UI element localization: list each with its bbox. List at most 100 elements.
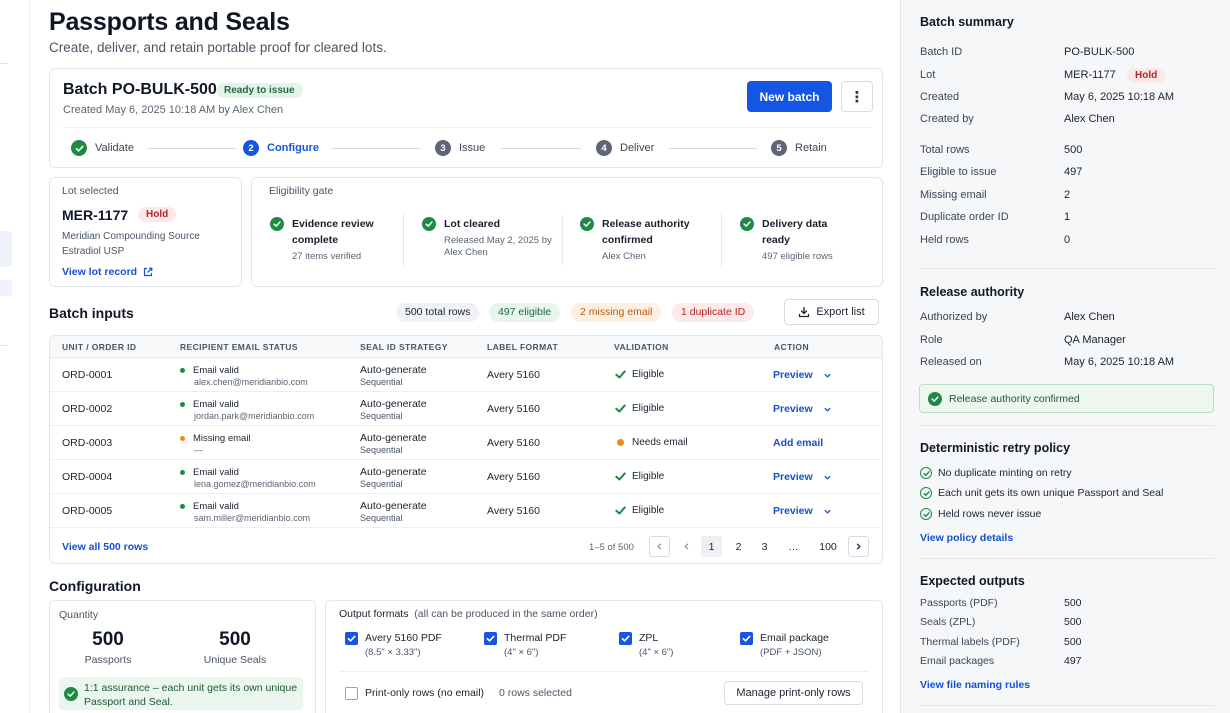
output-value: 497 (1064, 655, 1082, 667)
summary-heading: Batch summary (920, 15, 1014, 29)
preview-action[interactable]: Preview (773, 471, 832, 483)
export-list-button[interactable]: Export list (784, 299, 879, 325)
stat-value: 497 (1064, 166, 1083, 178)
view-policy-details-link[interactable]: View policy details (920, 532, 1013, 544)
divider (562, 214, 563, 266)
rail-nav-item[interactable] (0, 231, 12, 267)
step-issue[interactable]: 3 Issue (435, 140, 485, 156)
output-value: 500 (1064, 597, 1082, 609)
print-only-checkbox[interactable] (345, 687, 358, 700)
missing-email-badge: 2 missing email (571, 303, 662, 322)
view-file-naming-rules-link[interactable]: View file naming rules (920, 679, 1030, 691)
pagination-page[interactable]: 100 (814, 536, 842, 557)
format-name: Email package (760, 632, 829, 644)
print-only-label: Print-only rows (no email) (365, 687, 485, 699)
summary-value: May 6, 2025 10:18 AM (1064, 91, 1175, 103)
check-icon (71, 140, 87, 156)
seal-strategy: Auto-generate (360, 364, 427, 376)
chevron-down-icon[interactable] (823, 507, 832, 516)
step-label: Validate (95, 142, 134, 154)
lot-description: Meridian Compounding Source Estradiol US… (62, 231, 200, 257)
step-configure[interactable]: 2 Configure (243, 140, 319, 156)
table-row: ORD-0003 Missing email — Auto-generate S… (50, 426, 882, 460)
step-label: Issue (459, 142, 486, 154)
summary-key: Batch ID (920, 46, 963, 58)
pagination-page[interactable]: 2 (728, 536, 749, 557)
pagination-prev-button[interactable] (676, 536, 697, 557)
left-nav-rail (0, 0, 30, 713)
pagination-page[interactable]: 3 (754, 536, 775, 557)
policy-item: No duplicate minting on retry (920, 467, 1072, 479)
divider (339, 671, 869, 672)
preview-action[interactable]: Preview (773, 403, 832, 415)
warning-dot-icon (617, 439, 624, 446)
step-deliver[interactable]: 4 Deliver (596, 140, 654, 156)
rail-nav-item[interactable] (0, 280, 12, 296)
seal-strategy: Auto-generate (360, 500, 427, 512)
release-confirmed-text: Release authority confirmed (949, 393, 1080, 405)
table-row: ORD-0004 Email valid lena.gomez@meridian… (50, 460, 882, 494)
manage-print-only-button[interactable]: Manage print-only rows (724, 681, 863, 705)
preview-action[interactable]: Preview (773, 505, 832, 517)
check-circle-icon (740, 217, 754, 231)
release-value: May 6, 2025 10:18 AM (1064, 356, 1175, 368)
chevron-left-icon (684, 543, 689, 550)
chevron-down-icon[interactable] (823, 405, 832, 414)
batch-created-info: Created May 6, 2025 10:18 AM by Alex Che… (63, 104, 284, 116)
pagination-next-button[interactable] (848, 536, 869, 557)
email-package-checkbox[interactable] (740, 632, 753, 645)
column-header: LABEL FORMAT (487, 342, 559, 352)
total-rows-badge: 500 total rows (396, 303, 480, 322)
release-authority-heading: Release authority (920, 285, 1025, 299)
label-format: Avery 5160 (487, 369, 540, 381)
view-lot-record-link[interactable]: View lot record (62, 266, 153, 278)
release-value: Alex Chen (1064, 311, 1115, 323)
thermal-pdf-checkbox[interactable] (484, 632, 497, 645)
seal-mode: Sequential (360, 377, 403, 387)
preview-action[interactable]: Preview (773, 369, 832, 381)
pagination-info: 1–5 of 500 (589, 542, 634, 553)
summary-key: Created by (920, 113, 974, 125)
batch-status-badge: Ready to issue (216, 83, 303, 98)
column-header: ACTION (774, 342, 809, 352)
recipient-email: jordan.park@meridianbio.com (194, 411, 315, 421)
order-id: ORD-0001 (62, 369, 113, 381)
output-key: Seals (ZPL) (920, 616, 976, 628)
check-circle-outline-icon (920, 508, 932, 520)
output-key: Thermal labels (PDF) (920, 636, 1020, 648)
step-validate[interactable]: Validate (71, 140, 134, 156)
eligible-badge: 497 eligible (489, 303, 561, 322)
step-label: Configure (267, 142, 319, 154)
chevron-down-icon[interactable] (823, 371, 832, 380)
step-number: 5 (771, 140, 787, 156)
check-circle-icon (580, 217, 594, 231)
add-email-action[interactable]: Add email (773, 437, 823, 449)
pagination-first-button[interactable] (649, 536, 670, 557)
recipient-email: alex.chen@meridianbio.com (194, 377, 308, 387)
pagination-page[interactable]: 1 (701, 536, 722, 557)
view-all-rows-link[interactable]: View all 500 rows (62, 541, 148, 553)
main-content: Passports and Seals Create, deliver, and… (49, 0, 883, 713)
avery-pdf-checkbox[interactable] (345, 632, 358, 645)
summary-value: MER-1177 (1064, 69, 1116, 81)
step-number: 3 (435, 140, 451, 156)
step-number: 2 (243, 140, 259, 156)
validation-status: Needs email (615, 437, 688, 448)
page-title: Passports and Seals (49, 8, 290, 36)
email-status: Missing email (180, 433, 251, 444)
release-value: QA Manager (1064, 334, 1126, 346)
recipient-email: sam.miller@meridianbio.com (194, 513, 311, 523)
step-retain[interactable]: 5 Retain (771, 140, 827, 156)
summary-value: Alex Chen (1064, 113, 1115, 125)
more-options-button[interactable]: ⋮ (841, 81, 873, 112)
batch-inputs-table: UNIT / ORDER ID RECIPIENT EMAIL STATUS S… (49, 335, 883, 564)
check-icon (347, 635, 356, 642)
check-icon (486, 635, 495, 642)
chevron-down-icon[interactable] (823, 473, 832, 482)
column-header: VALIDATION (614, 342, 669, 352)
policy-item: Each unit gets its own unique Passport a… (920, 487, 1163, 499)
pagination-ellipsis: … (788, 540, 799, 553)
recipient-email: — (194, 445, 203, 455)
zpl-checkbox[interactable] (619, 632, 632, 645)
new-batch-button[interactable]: New batch (747, 81, 832, 112)
